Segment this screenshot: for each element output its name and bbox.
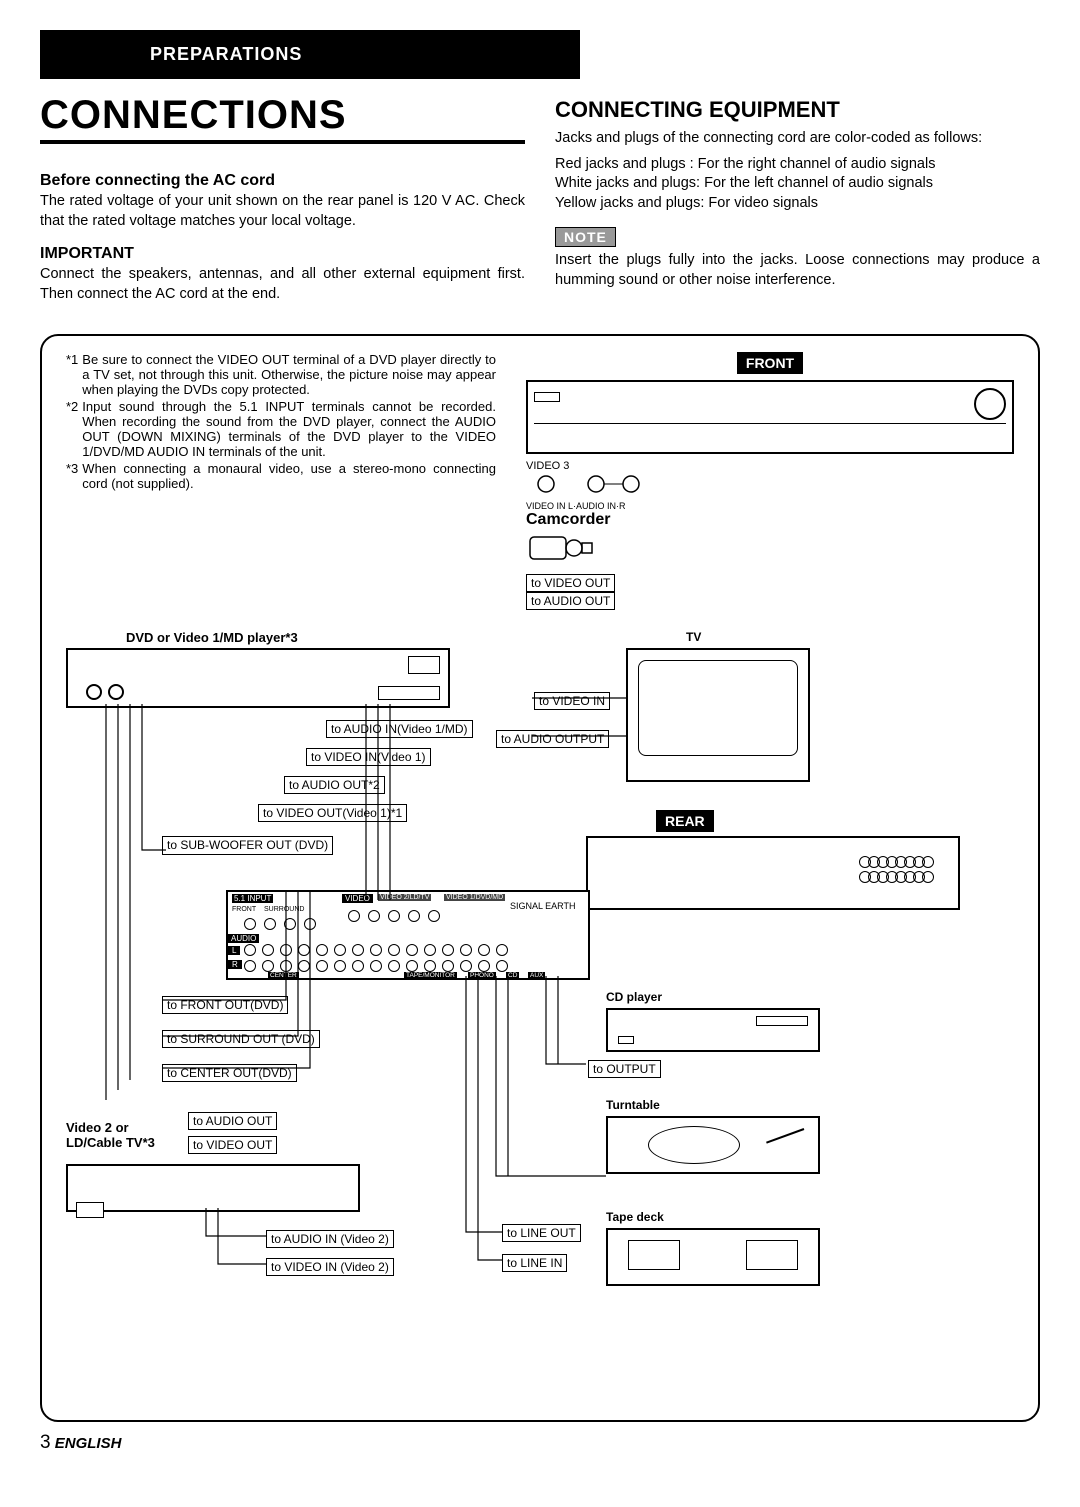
fn3-text: When connecting a monaural video, use a …: [82, 461, 496, 491]
panel-video1: VIDEO 1/DVD/MD: [444, 894, 505, 901]
section-banner: PREPARATIONS: [40, 30, 580, 79]
title-connecting-equipment: CONNECTING EQUIPMENT: [555, 97, 1040, 123]
video3-label: VIDEO 3: [526, 460, 1014, 472]
title-rule: [40, 140, 525, 144]
panel-front: FRONT: [232, 906, 256, 913]
camcorder-icon: [526, 529, 1014, 574]
fn3-num: *3: [66, 461, 82, 491]
text-important: Connect the speakers, antennas, and all …: [40, 265, 525, 304]
panel-video: VIDEO: [342, 894, 373, 903]
page-footer: 3 ENGLISH: [40, 1432, 1040, 1454]
note-label: NOTE: [555, 227, 616, 247]
turntable-label: Turntable: [606, 1098, 660, 1112]
panel-aux: AUX: [528, 972, 545, 979]
panel-audio: AUDIO: [228, 934, 259, 943]
panel-r: R: [228, 960, 242, 969]
panel-cd: CD: [506, 972, 519, 979]
receiver-front-icon: [526, 380, 1014, 454]
text-intro: Jacks and plugs of the connecting cord a…: [555, 129, 1040, 149]
panel-51input: 5.1 INPUT: [232, 894, 273, 903]
heading-before-ac: Before connecting the AC cord: [40, 172, 525, 190]
chip-surround-out: to SURROUND OUT (DVD): [162, 1030, 320, 1048]
video2-device-icon: [66, 1164, 360, 1212]
panel-surround: SURROUND: [264, 906, 304, 913]
chip-to-video-out-cam: to VIDEO OUT: [526, 574, 615, 592]
dvd-player-icon: [66, 648, 450, 708]
tv-label: TV: [686, 630, 701, 644]
tape-deck-icon: [606, 1228, 820, 1286]
panel-center: CENTER: [268, 972, 299, 979]
turntable-icon: [606, 1116, 820, 1174]
chip-to-output-cd: to OUTPUT: [588, 1060, 661, 1078]
cd-player-label: CD player: [606, 990, 662, 1004]
fn2-num: *2: [66, 399, 82, 459]
chip-to-audio-output-tv: to AUDIO OUTPUT: [496, 730, 609, 748]
chip-to-audio-out-cam: to AUDIO OUT: [526, 592, 615, 610]
panel-l: L: [228, 946, 240, 955]
front-label: FRONT: [737, 352, 803, 374]
chip-video-in-v2: to VIDEO IN (Video 2): [266, 1258, 394, 1276]
chip-center-out: to CENTER OUT(DVD): [162, 1064, 297, 1082]
text-white: White jacks and plugs: For the left chan…: [555, 174, 1040, 194]
chip-front-out: to FRONT OUT(DVD): [162, 996, 288, 1014]
diagram-area: DVD or Video 1/MD player*3 TV to VIDEO I…: [66, 620, 1014, 1380]
receiver-rear-small-icon: [586, 836, 960, 910]
chip-line-out: to LINE OUT: [502, 1224, 581, 1242]
dvd-player-label: DVD or Video 1/MD player*3: [126, 630, 298, 645]
chip-audio-in-v1md: to AUDIO IN(Video 1/MD): [326, 720, 473, 738]
diagram-box: *1Be sure to connect the VIDEO OUT termi…: [40, 334, 1040, 1422]
front-jacks-label: VIDEO IN L·AUDIO IN·R: [526, 501, 1014, 511]
signal-earth-label: SIGNAL EARTH: [510, 902, 576, 911]
front-area: FRONT VIDEO 3 VIDEO IN L·AUDIO IN·R Camc…: [526, 352, 1014, 610]
panel-video2: VIDEO 2/LD/TV: [378, 894, 431, 901]
page-number: 3: [40, 1432, 51, 1453]
left-column: CONNECTIONS Before connecting the AC cor…: [40, 89, 525, 310]
fn1-num: *1: [66, 352, 82, 397]
page-language: ENGLISH: [55, 1435, 122, 1452]
text-yellow: Yellow jacks and plugs: For video signal…: [555, 194, 1040, 214]
right-column: CONNECTING EQUIPMENT Jacks and plugs of …: [555, 89, 1040, 310]
footnotes: *1Be sure to connect the VIDEO OUT termi…: [66, 352, 496, 610]
text-note: Insert the plugs fully into the jacks. L…: [555, 251, 1040, 290]
chip-video-out-v1: to VIDEO OUT(Video 1)*1: [258, 804, 407, 822]
chip-audio-in-v2: to AUDIO IN (Video 2): [266, 1230, 394, 1248]
tv-icon: [626, 648, 810, 782]
tape-deck-label: Tape deck: [606, 1210, 664, 1224]
chip-audio-out-s2: to AUDIO OUT*2: [284, 776, 385, 794]
front-jacks-icon: [526, 472, 1014, 501]
chip-to-video-in-tv: to VIDEO IN: [534, 692, 610, 710]
chip-video-out-v2: to VIDEO OUT: [188, 1136, 277, 1154]
chip-audio-out-v2: to AUDIO OUT: [188, 1112, 277, 1130]
fn2-text: Input sound through the 5.1 INPUT termin…: [82, 399, 496, 459]
text-red: Red jacks and plugs : For the right chan…: [555, 155, 1040, 175]
rear-label: REAR: [656, 810, 714, 832]
chip-line-in: to LINE IN: [502, 1254, 567, 1272]
text-before-ac: The rated voltage of your unit shown on …: [40, 192, 525, 231]
panel-tape: TAPE/MONITOR: [404, 972, 457, 979]
heading-important: IMPORTANT: [40, 245, 525, 263]
chip-video-in-v1: to VIDEO IN(Video 1): [306, 748, 431, 766]
chip-subwoofer-out: to SUB-WOOFER OUT (DVD): [162, 836, 333, 854]
title-connections: CONNECTIONS: [40, 93, 525, 138]
camcorder-label: Camcorder: [526, 511, 1014, 529]
video2-label: Video 2 or LD/Cable TV*3: [66, 1120, 166, 1150]
cd-player-icon: [606, 1008, 820, 1052]
fn1-text: Be sure to connect the VIDEO OUT termina…: [82, 352, 496, 397]
panel-phono: PHONO: [468, 972, 496, 979]
